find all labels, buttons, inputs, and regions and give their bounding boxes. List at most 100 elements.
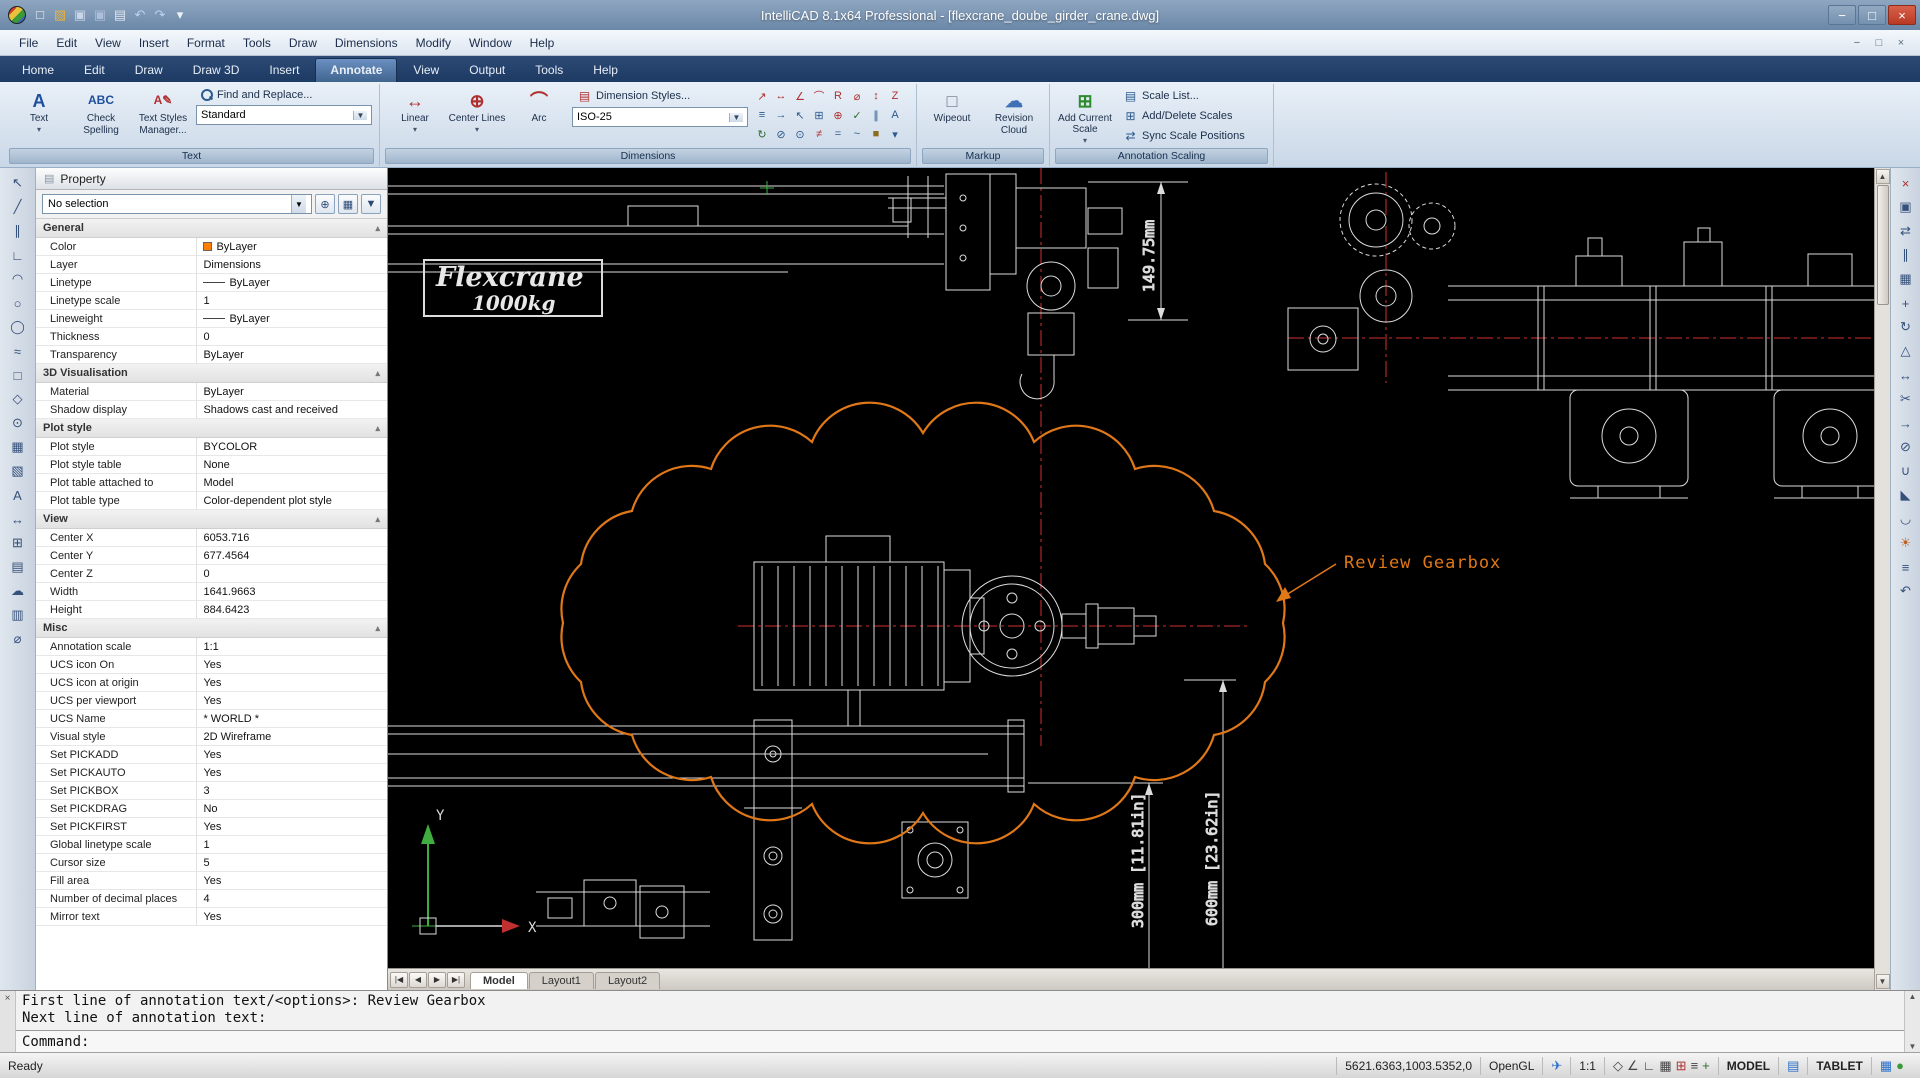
prop-row-material[interactable]: MaterialByLayer — [36, 383, 387, 401]
menu-dimensions[interactable]: Dimensions — [326, 32, 407, 54]
status-ok-icon[interactable]: ● — [1896, 1059, 1904, 1072]
menu-view[interactable]: View — [86, 32, 130, 54]
tool-measure-icon[interactable]: ⌀ — [6, 628, 30, 650]
dim-tool-jogged-icon[interactable]: Z — [886, 87, 904, 105]
tool-copy-icon[interactable]: ▣ — [1894, 196, 1918, 218]
tool-point-icon[interactable]: ⊙ — [6, 412, 30, 434]
tool-chamfer-icon[interactable]: ◣ — [1894, 484, 1918, 506]
tool-arc-icon[interactable]: ◠ — [6, 268, 30, 290]
tool-dimension-icon[interactable]: ↔ — [6, 508, 30, 530]
snap-icon[interactable]: ⊞ — [1676, 1059, 1687, 1072]
menu-modify[interactable]: Modify — [407, 32, 460, 54]
tool-rectangle-icon[interactable]: □ — [6, 364, 30, 386]
text-style-dropdown[interactable]: Standard ▼ — [196, 105, 372, 125]
dim-tool-oblique-icon[interactable]: ∥ — [867, 106, 885, 124]
prop-row-color[interactable]: ColorByLayer — [36, 238, 387, 256]
prop-row-set-pickauto[interactable]: Set PICKAUTOYes — [36, 764, 387, 782]
dim-tool-style-icon[interactable]: ▾ — [886, 125, 904, 143]
prop-row-shadow-display[interactable]: Shadow displayShadows cast and received — [36, 401, 387, 419]
tool-fillet-icon[interactable]: ◡ — [1894, 508, 1918, 530]
dim-tool-baseline-icon[interactable]: ≡ — [753, 106, 771, 124]
dim-tool-align-text-icon[interactable]: A — [886, 106, 904, 124]
dim-tool-quick-dim-icon[interactable]: ■ — [867, 125, 885, 143]
tool-ellipse-icon[interactable]: ◯ — [6, 316, 30, 338]
prop-row-height[interactable]: Height884.6423 — [36, 601, 387, 619]
child-close-button[interactable]: × — [1892, 37, 1910, 49]
tool-scale-icon[interactable]: △ — [1894, 340, 1918, 362]
tablet-icon[interactable]: ▤ — [1778, 1057, 1807, 1075]
tool-line-icon[interactable]: ╱ — [6, 196, 30, 218]
section-header-3d-visualisation[interactable]: 3D Visualisation▴ — [36, 364, 387, 383]
prop-row-thickness[interactable]: Thickness0 — [36, 328, 387, 346]
undo-icon[interactable]: ↶ — [130, 5, 150, 25]
selection-dropdown[interactable]: No selection ▼ — [42, 194, 312, 214]
command-prompt[interactable]: Command: — [16, 1030, 1904, 1052]
prop-row-visual-style[interactable]: Visual style2D Wireframe — [36, 728, 387, 746]
esnap-icon[interactable]: ◇ — [1613, 1059, 1623, 1072]
linear-dimension-button[interactable]: ↔Linear▾ — [385, 85, 445, 146]
sheet-tab-layout1[interactable]: Layout1 — [529, 972, 594, 989]
prop-row-layer[interactable]: LayerDimensions — [36, 256, 387, 274]
menu-draw[interactable]: Draw — [280, 32, 326, 54]
add-current-scale-button[interactable]: ⊞Add Current Scale▾ — [1055, 85, 1115, 146]
customize-toolbar-icon[interactable]: ▾ — [170, 5, 190, 25]
property-filter-button[interactable]: ▼ — [361, 194, 381, 214]
tool-select-icon[interactable]: ↖ — [6, 172, 30, 194]
check-spelling-button[interactable]: ABCCheck Spelling — [71, 85, 131, 146]
tool-trim-icon[interactable]: ✂ — [1894, 388, 1918, 410]
sheet-tab-layout2[interactable]: Layout2 — [595, 972, 660, 989]
drawing-canvas[interactable]: Flexcrane 1000kg 149.75mm 300mm [11.81in… — [388, 168, 1874, 968]
menu-edit[interactable]: Edit — [47, 32, 86, 54]
menu-tools[interactable]: Tools — [234, 32, 280, 54]
prop-row-cursor-size[interactable]: Cursor size5 — [36, 854, 387, 872]
dim-tool-jog-line-icon[interactable]: ~ — [848, 125, 866, 143]
tool-match-properties-icon[interactable]: ≡ — [1894, 556, 1918, 578]
prop-row-fill-area[interactable]: Fill areaYes — [36, 872, 387, 890]
ribbon-tab-home[interactable]: Home — [8, 59, 68, 82]
annotation-visibility-icon[interactable]: ✈ — [1542, 1057, 1570, 1075]
prop-row-transparency[interactable]: TransparencyByLayer — [36, 346, 387, 364]
dim-tool-space-icon[interactable]: = — [829, 125, 847, 143]
dimension-600[interactable]: 600mm [23.62in] — [1184, 680, 1236, 968]
prop-row-center-z[interactable]: Center Z0 — [36, 565, 387, 583]
arc-dimension-button[interactable]: ⌒Arc — [509, 85, 569, 146]
tool-undo-modify-icon[interactable]: ↶ — [1894, 580, 1918, 602]
dim-tool-center-mark-icon[interactable]: ⊕ — [829, 106, 847, 124]
prop-row-linetype-scale[interactable]: Linetype scale1 — [36, 292, 387, 310]
center-lines-button[interactable]: ⊕Center Lines▾ — [447, 85, 507, 146]
prop-row-center-y[interactable]: Center Y677.4564 — [36, 547, 387, 565]
tool-circle-icon[interactable]: ○ — [6, 292, 30, 314]
dyn-ucs-icon[interactable]: + — [1702, 1059, 1710, 1072]
prop-row-ucs-name[interactable]: UCS Name* WORLD * — [36, 710, 387, 728]
prop-row-center-x[interactable]: Center X6053.716 — [36, 529, 387, 547]
tool-revision-cloud-icon[interactable]: ☁ — [6, 580, 30, 602]
revision-cloud[interactable] — [561, 403, 1284, 844]
prop-row-plot-table-attached-to[interactable]: Plot table attached toModel — [36, 474, 387, 492]
dim-tool-inspect-icon[interactable]: ✓ — [848, 106, 866, 124]
tool-erase-icon[interactable]: × — [1894, 172, 1918, 194]
prop-row-mirror-text[interactable]: Mirror textYes — [36, 908, 387, 926]
dim-tool-tolerance-icon[interactable]: ⊞ — [810, 106, 828, 124]
tablet-toggle[interactable]: TABLET — [1807, 1057, 1870, 1075]
tool-spline-icon[interactable]: ≈ — [6, 340, 30, 362]
ribbon-tab-view[interactable]: View — [399, 59, 453, 82]
command-close-icon[interactable]: × — [5, 993, 11, 1052]
child-restore-button[interactable]: □ — [1870, 37, 1888, 49]
close-button[interactable]: × — [1888, 5, 1916, 25]
dimension-300[interactable]: 300mm [11.81in] — [1028, 783, 1163, 968]
dimension-styles-button[interactable]: ▤ Dimension Styles... — [572, 87, 750, 105]
prop-row-plot-table-type[interactable]: Plot table typeColor-dependent plot styl… — [36, 492, 387, 510]
drawing-viewport[interactable]: Flexcrane 1000kg 149.75mm 300mm [11.81in… — [388, 168, 1874, 968]
vertical-scrollbar[interactable]: ▲ ▼ — [1874, 168, 1890, 990]
tool-array-icon[interactable]: ▦ — [1894, 268, 1918, 290]
child-minimize-button[interactable]: − — [1848, 37, 1866, 49]
add-delete-scales-button[interactable]: ⊞Add/Delete Scales — [1118, 107, 1268, 125]
new-file-icon[interactable]: □ — [30, 5, 50, 25]
scroll-down-icon[interactable]: ▼ — [1876, 974, 1890, 989]
tool-block-icon[interactable]: ⊞ — [6, 532, 30, 554]
tool-stretch-icon[interactable]: ↔ — [1894, 364, 1918, 386]
dim-tool-linear-icon[interactable]: ↔ — [772, 87, 790, 105]
prop-row-set-pickdrag[interactable]: Set PICKDRAGNo — [36, 800, 387, 818]
ribbon-tab-edit[interactable]: Edit — [70, 59, 119, 82]
dim-tool-break-icon[interactable]: ≠ — [810, 125, 828, 143]
